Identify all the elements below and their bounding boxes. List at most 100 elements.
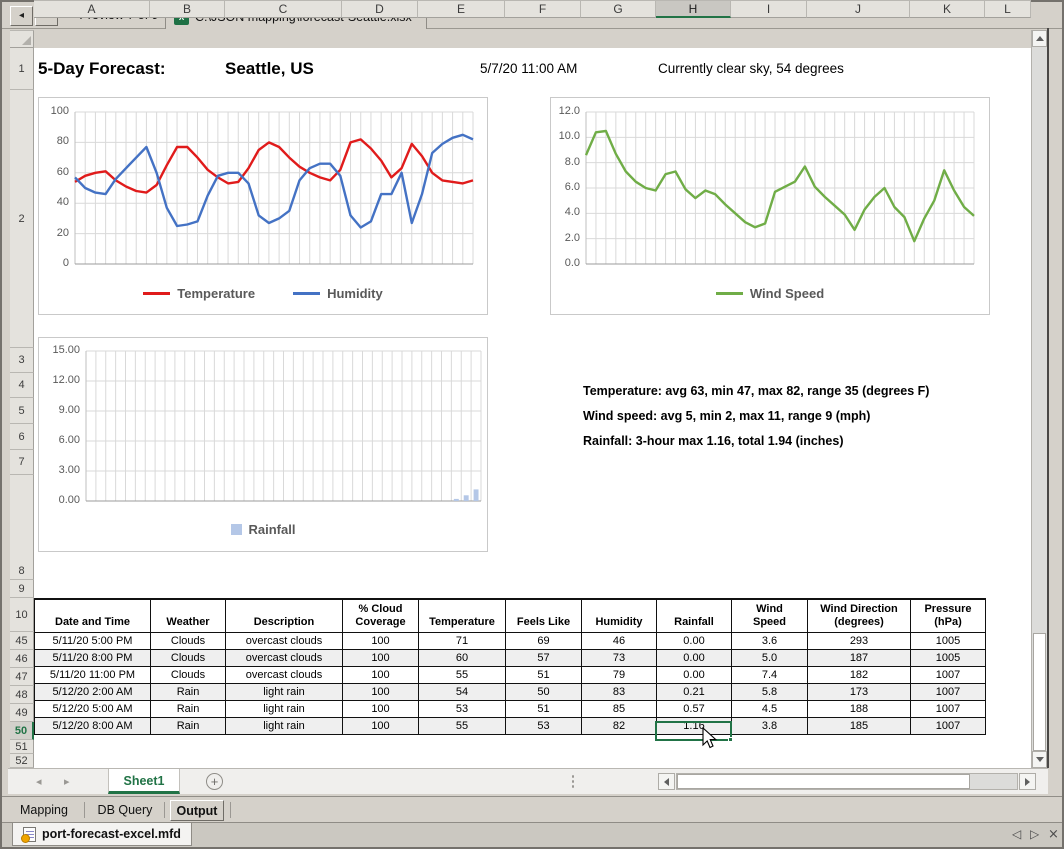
doc-close-button[interactable]: × xyxy=(1048,827,1059,842)
column-header-A[interactable]: A xyxy=(34,0,150,18)
mfd-document-tab[interactable]: port-forecast-excel.mfd xyxy=(12,823,192,846)
scroll-left-button[interactable] xyxy=(658,773,675,790)
horizontal-scroll-thumb[interactable] xyxy=(677,774,970,789)
sheet-nav-prev-button[interactable]: ◂ xyxy=(36,775,42,788)
table-cell[interactable]: 100 xyxy=(343,701,419,718)
table-cell[interactable]: Clouds xyxy=(151,650,226,667)
row-header-2[interactable]: 2 xyxy=(10,90,34,348)
table-header-cell[interactable]: Temperature xyxy=(419,600,506,633)
doc-tabs-prev-button[interactable]: ◁ xyxy=(1012,827,1021,841)
column-header-I[interactable]: I xyxy=(731,0,807,18)
row-header-45[interactable]: 45 xyxy=(10,632,34,650)
scroll-up-button[interactable] xyxy=(1032,30,1047,47)
row-header-52[interactable]: 52 xyxy=(10,754,34,768)
row-header-47[interactable]: 47 xyxy=(10,668,34,686)
table-cell[interactable]: light rain xyxy=(226,701,343,718)
table-cell[interactable]: Clouds xyxy=(151,633,226,650)
table-cell[interactable]: 3.8 xyxy=(732,718,808,735)
sheet-tab-sheet1[interactable]: Sheet1 xyxy=(108,769,180,794)
table-cell[interactable]: 3.6 xyxy=(732,633,808,650)
column-header-K[interactable]: K xyxy=(910,0,985,18)
splitter-grip[interactable] xyxy=(571,774,575,790)
sheet-nav-next-button[interactable]: ▸ xyxy=(64,775,70,788)
table-cell[interactable]: 5/11/20 11:00 PM xyxy=(35,667,151,684)
row-header-7[interactable]: 7 xyxy=(10,450,34,475)
table-cell[interactable]: 100 xyxy=(343,684,419,701)
table-cell[interactable]: 185 xyxy=(808,718,911,735)
table-cell[interactable]: light rain xyxy=(226,684,343,701)
selected-cell-outline[interactable] xyxy=(655,721,732,741)
table-cell[interactable]: 0.21 xyxy=(657,684,732,701)
table-cell[interactable]: 57 xyxy=(506,650,582,667)
row-header-50[interactable]: 50 xyxy=(10,722,34,740)
table-cell[interactable]: light rain xyxy=(226,718,343,735)
table-cell[interactable]: 173 xyxy=(808,684,911,701)
table-header-cell[interactable]: Wind Direction(degrees) xyxy=(808,600,911,633)
table-cell[interactable]: overcast clouds xyxy=(226,667,343,684)
table-cell[interactable]: 53 xyxy=(419,701,506,718)
table-cell[interactable]: 1007 xyxy=(911,718,986,735)
vertical-scrollbar[interactable] xyxy=(1031,30,1047,768)
row-header-51[interactable]: 51 xyxy=(10,740,34,754)
table-header-cell[interactable]: Pressure(hPa) xyxy=(911,600,986,633)
table-cell[interactable]: 50 xyxy=(506,684,582,701)
row-header-48[interactable]: 48 xyxy=(10,686,34,704)
add-sheet-button[interactable]: + xyxy=(206,773,223,790)
table-cell[interactable]: 5/11/20 5:00 PM xyxy=(35,633,151,650)
table-header-cell[interactable]: Date and Time xyxy=(35,600,151,633)
table-cell[interactable]: 82 xyxy=(582,718,657,735)
table-cell[interactable]: 79 xyxy=(582,667,657,684)
table-cell[interactable]: 100 xyxy=(343,633,419,650)
table-cell[interactable]: 188 xyxy=(808,701,911,718)
table-cell[interactable]: 1007 xyxy=(911,684,986,701)
row-header-6[interactable]: 6 xyxy=(10,424,34,450)
column-header-L[interactable]: L xyxy=(985,0,1031,18)
table-cell[interactable]: 100 xyxy=(343,718,419,735)
row-header-46[interactable]: 46 xyxy=(10,650,34,668)
table-cell[interactable]: 60 xyxy=(419,650,506,667)
table-cell[interactable]: 1007 xyxy=(911,667,986,684)
table-cell[interactable]: Clouds xyxy=(151,667,226,684)
table-cell[interactable]: 46 xyxy=(582,633,657,650)
row-header-1[interactable]: 1 xyxy=(10,48,34,90)
table-header-cell[interactable]: Rainfall xyxy=(657,600,732,633)
column-header-J[interactable]: J xyxy=(807,0,910,18)
table-cell[interactable]: 100 xyxy=(343,650,419,667)
row-header-3[interactable]: 3 xyxy=(10,348,34,373)
table-cell[interactable]: 0.00 xyxy=(657,633,732,650)
table-header-cell[interactable]: Humidity xyxy=(582,600,657,633)
fill-handle[interactable] xyxy=(728,737,733,742)
row-header-10[interactable]: 10 xyxy=(10,598,34,632)
table-cell[interactable]: 53 xyxy=(506,718,582,735)
table-cell[interactable]: 293 xyxy=(808,633,911,650)
table-cell[interactable]: 55 xyxy=(419,667,506,684)
table-cell[interactable]: 5.0 xyxy=(732,650,808,667)
table-cell[interactable]: 71 xyxy=(419,633,506,650)
table-cell[interactable]: 1005 xyxy=(911,650,986,667)
preview-prev-button[interactable]: ◂ xyxy=(10,6,33,26)
table-header-cell[interactable]: Weather xyxy=(151,600,226,633)
table-cell[interactable]: 54 xyxy=(419,684,506,701)
table-cell[interactable]: 0.57 xyxy=(657,701,732,718)
table-cell[interactable]: 5/12/20 5:00 AM xyxy=(35,701,151,718)
vertical-scroll-thumb[interactable] xyxy=(1033,633,1046,751)
table-header-cell[interactable]: WindSpeed xyxy=(732,600,808,633)
table-header-cell[interactable]: Description xyxy=(226,600,343,633)
table-cell[interactable]: 0.00 xyxy=(657,667,732,684)
table-cell[interactable]: 1007 xyxy=(911,701,986,718)
tab-db-query[interactable]: DB Query xyxy=(90,800,160,821)
doc-tabs-next-button[interactable]: ▷ xyxy=(1030,827,1039,841)
table-cell[interactable]: 5/12/20 8:00 AM xyxy=(35,718,151,735)
table-cell[interactable]: 0.00 xyxy=(657,650,732,667)
row-header-5[interactable]: 5 xyxy=(10,398,34,424)
column-header-H[interactable]: H xyxy=(656,0,731,18)
column-header-F[interactable]: F xyxy=(505,0,581,18)
table-cell[interactable]: overcast clouds xyxy=(226,633,343,650)
table-cell[interactable]: Rain xyxy=(151,701,226,718)
table-cell[interactable]: Rain xyxy=(151,684,226,701)
row-header-4[interactable]: 4 xyxy=(10,373,34,398)
column-header-C[interactable]: C xyxy=(225,0,342,18)
table-cell[interactable]: 1005 xyxy=(911,633,986,650)
scroll-right-button[interactable] xyxy=(1019,773,1036,790)
column-header-B[interactable]: B xyxy=(150,0,225,18)
